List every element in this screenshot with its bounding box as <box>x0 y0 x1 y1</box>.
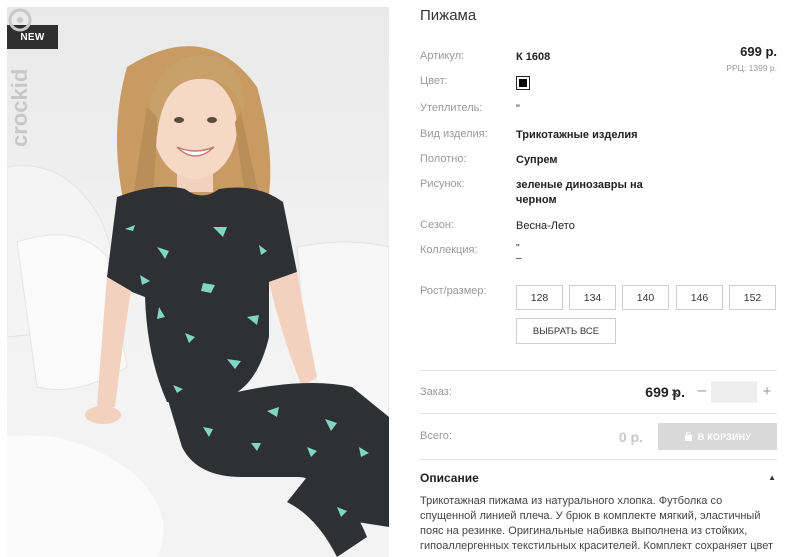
increase-quantity-button[interactable]: + <box>760 381 774 401</box>
size-option-152[interactable]: 152 <box>729 285 776 310</box>
size-option-140[interactable]: 140 <box>622 285 669 310</box>
product-title: Пижама <box>420 7 477 24</box>
total-label: Всего: <box>420 430 452 442</box>
add-to-cart-button[interactable]: В КОРЗИНУ <box>658 423 777 450</box>
prop-label: Полотно: <box>420 153 467 165</box>
prop-label: Цвет: <box>420 75 448 87</box>
prop-row-collection: Коллекция: " – <box>420 244 522 264</box>
prop-value: Супрем <box>516 154 558 166</box>
order-label: Заказ: <box>420 386 452 398</box>
decrease-quantity-button[interactable]: – <box>695 381 709 401</box>
product-details: Пижама 699 р. РРЦ: 1399 р. Артикул: К 16… <box>420 0 780 557</box>
color-swatch-fill <box>519 79 527 87</box>
size-option-146[interactable]: 146 <box>676 285 723 310</box>
description-heading[interactable]: Описание <box>420 471 479 485</box>
prop-value: зеленые динозавры на черном <box>516 179 643 206</box>
shopping-bag-icon <box>684 432 692 441</box>
prop-row-pattern: Рисунок: зеленые динозавры на черном <box>420 178 656 208</box>
prop-value: Трикотажные изделия <box>516 129 638 141</box>
prop-row-fabric: Полотно: Супрем <box>420 153 558 168</box>
prop-value: Весна-Лето <box>516 220 575 232</box>
sizes-label: Рост/размер: <box>420 285 487 297</box>
prop-label: Утеплитель: <box>420 102 483 114</box>
prop-row-insulation: Утеплитель: " <box>420 102 520 117</box>
prop-label: Вид изделия: <box>420 128 488 140</box>
prop-value: К 1608 <box>516 51 551 63</box>
prop-label: Артикул: <box>420 50 465 62</box>
prop-row-season: Сезон: Весна-Лето <box>420 219 575 234</box>
divider <box>420 413 777 414</box>
times-icon: × <box>671 384 680 400</box>
total-value: 0 р. <box>618 429 643 445</box>
description-text: Трикотажная пижама из натурального хлопк… <box>420 495 774 552</box>
divider <box>420 459 777 460</box>
caret-up-icon[interactable]: ▲ <box>768 473 776 482</box>
size-option-134[interactable]: 134 <box>569 285 616 310</box>
color-swatch[interactable] <box>516 76 530 90</box>
recommended-price: РРЦ: 1399 р. <box>726 63 777 73</box>
prop-row-article: Артикул: К 1608 <box>420 50 550 65</box>
product-photo[interactable]: NEW crockid <box>7 7 389 557</box>
product-photo-illustration <box>7 46 389 557</box>
prop-label: Коллекция: <box>420 244 478 256</box>
prop-value: " – <box>516 243 522 264</box>
prop-value: " <box>516 103 520 115</box>
quantity-input[interactable] <box>711 381 757 403</box>
product-price: 699 р. <box>740 44 777 59</box>
prop-label: Сезон: <box>420 219 454 231</box>
divider <box>420 370 777 371</box>
prop-row-product-type: Вид изделия: Трикотажные изделия <box>420 128 638 143</box>
select-all-sizes-button[interactable]: ВЫБРАТЬ ВСЕ <box>516 318 616 344</box>
prop-label: Рисунок: <box>420 178 465 190</box>
add-to-cart-label: В КОРЗИНУ <box>697 431 752 442</box>
brand-logo-text: crockid <box>7 69 32 147</box>
prop-row-color: Цвет: <box>420 75 530 90</box>
size-option-128[interactable]: 128 <box>516 285 563 310</box>
price-block: 699 р. РРЦ: 1399 р. <box>726 44 777 73</box>
brand-logo: crockid <box>7 8 32 147</box>
